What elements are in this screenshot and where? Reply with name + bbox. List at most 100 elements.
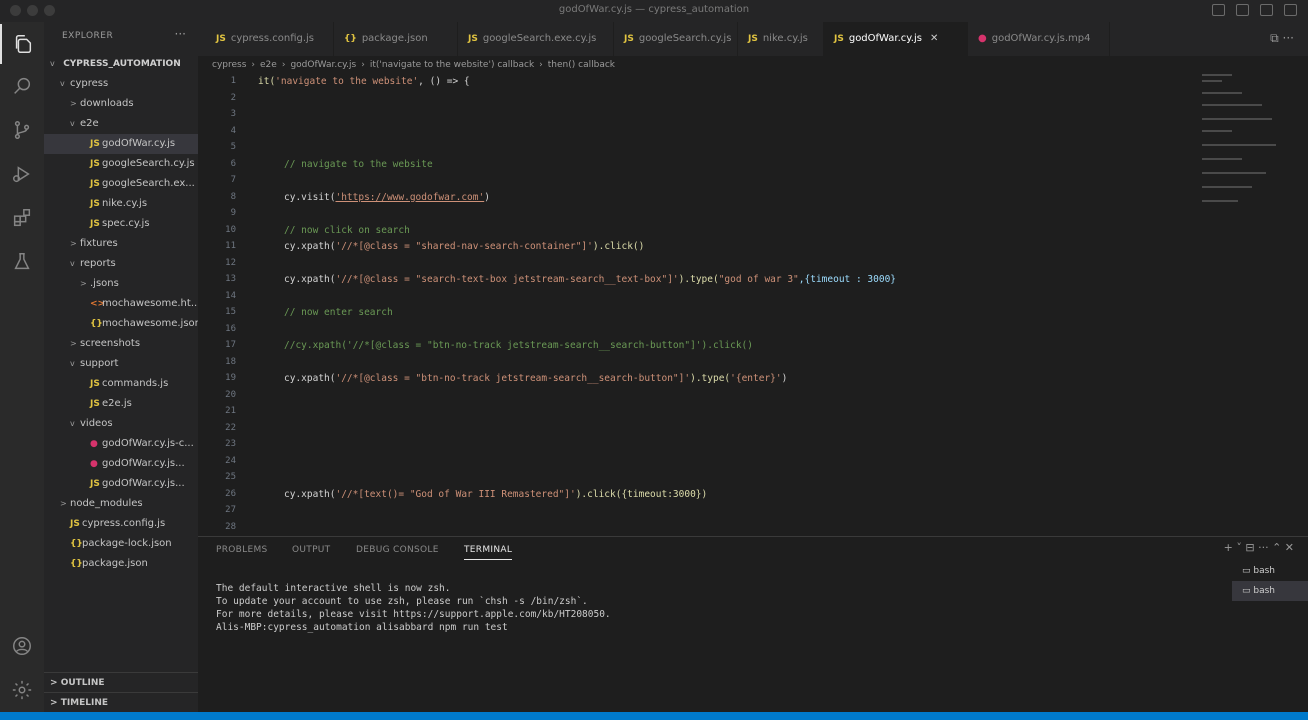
- tab-label: googleSearch.cy.js: [638, 33, 732, 44]
- tree-item[interactable]: JS commands.js: [44, 374, 198, 394]
- video-file-icon: ●: [978, 33, 987, 44]
- tree-item[interactable]: JS googleSearch.ex...: [44, 174, 198, 194]
- code-token: , () => {: [418, 76, 470, 87]
- minimap-line: [1202, 200, 1238, 202]
- code-token: '//*[@class = "btn-no-track jetstream-se…: [335, 373, 691, 384]
- explorer-icon[interactable]: [0, 24, 44, 64]
- terminal-actions-icon[interactable]: + ˅ ⊟ ··· ⌃ ✕: [1224, 541, 1294, 554]
- customize-layout-icon[interactable]: [1284, 4, 1297, 16]
- timeline-section[interactable]: > TIMELINE: [44, 692, 204, 713]
- breadcrumb-item[interactable]: it('navigate to the website') callback: [370, 60, 534, 70]
- video-file-icon: ●: [90, 459, 98, 469]
- editor-tab[interactable]: JS googleSearch.cy.js: [614, 22, 738, 56]
- tree-item[interactable]: JS godOfWar.cy.js: [44, 134, 198, 154]
- close-tab-icon[interactable]: ✕: [930, 33, 938, 44]
- chevron-down-icon: v: [50, 59, 55, 68]
- js-file-icon: JS: [90, 479, 100, 489]
- tree-item-label: reports: [80, 258, 116, 269]
- tree-item[interactable]: v cypress: [44, 74, 198, 94]
- code-line: cy.visit('https://www.godofwar.com'): [284, 192, 490, 203]
- run-debug-icon[interactable]: [0, 154, 44, 194]
- testing-icon[interactable]: [0, 242, 44, 282]
- js-file-icon: JS: [748, 34, 758, 44]
- line-number: 27: [225, 505, 236, 515]
- chevron-down-icon: v: [70, 419, 75, 428]
- js-file-icon: JS: [90, 199, 100, 209]
- toggle-secondary-sidebar-icon[interactable]: [1260, 4, 1273, 16]
- tree-item-label: mochawesome.ht...: [102, 298, 198, 309]
- breadcrumb-item[interactable]: godOfWar.cy.js: [290, 60, 356, 70]
- terminal-line: For more details, please visit https://s…: [216, 609, 611, 620]
- editor-tab[interactable]: JS godOfWar.cy.js ✕: [824, 22, 968, 56]
- line-number: 8: [230, 191, 236, 202]
- tree-item[interactable]: > node_modules: [44, 494, 198, 514]
- tree-item[interactable]: {}package.json: [44, 554, 198, 574]
- tree-item[interactable]: {}package-lock.json: [44, 534, 198, 554]
- minimap-line: [1202, 118, 1272, 120]
- tree-item[interactable]: JS e2e.js: [44, 394, 198, 414]
- terminal-shell-item[interactable]: ▭ bash: [1232, 581, 1308, 601]
- tree-item[interactable]: {}mochawesome.json: [44, 314, 198, 334]
- code-editor[interactable]: 1 it('navigate to the website', () => {2 3…: [198, 74, 1308, 530]
- editor-tab[interactable]: JS googleSearch.exe.cy.js: [458, 22, 614, 56]
- editor-tab[interactable]: JS nike.cy.js: [738, 22, 824, 56]
- js-file-icon: JS: [834, 34, 844, 44]
- line-number: 5: [230, 142, 236, 152]
- panel-tab[interactable]: OUTPUT: [292, 541, 330, 559]
- tree-item[interactable]: JS nike.cy.js: [44, 194, 198, 214]
- extensions-icon[interactable]: [0, 198, 44, 238]
- tree-item[interactable]: JS spec.cy.js: [44, 214, 198, 234]
- terminal-shell-item[interactable]: ▭ bash: [1232, 561, 1308, 581]
- panel-tab[interactable]: DEBUG CONSOLE: [356, 541, 439, 559]
- line-number: 6: [230, 158, 236, 169]
- code-token: 'navigate to the website': [275, 76, 419, 87]
- json-file-icon: {}: [70, 559, 83, 569]
- breadcrumb-item[interactable]: e2e: [260, 60, 277, 70]
- settings-gear-icon[interactable]: [0, 670, 44, 710]
- tree-item[interactable]: JS cypress.config.js: [44, 514, 198, 534]
- tree-item[interactable]: ● godOfWar.cy.js-c...: [44, 434, 198, 454]
- code-line: cy.xpath('//*[@class = "shared-nav-searc…: [284, 241, 644, 252]
- breadcrumb-item[interactable]: cypress: [212, 60, 246, 70]
- minimap[interactable]: [1202, 74, 1282, 224]
- tree-item-label: screenshots: [80, 338, 141, 349]
- explorer-root-folder[interactable]: v CYPRESS_AUTOMATION: [44, 54, 198, 74]
- tab-label: nike.cy.js: [762, 33, 808, 44]
- editor-tab[interactable]: JS cypress.config.js: [206, 22, 334, 56]
- tree-item[interactable]: JS googleSearch.cy.js: [44, 154, 198, 174]
- tree-item[interactable]: v support: [44, 354, 198, 374]
- toggle-sidebar-icon[interactable]: [1212, 4, 1225, 16]
- json-file-icon: {}: [90, 319, 103, 329]
- tree-item[interactable]: v videos: [44, 414, 198, 434]
- tree-item[interactable]: JS godOfWar.cy.js...: [44, 474, 198, 494]
- account-icon[interactable]: [0, 626, 44, 666]
- js-file-icon: JS: [90, 139, 100, 149]
- panel-tab[interactable]: TERMINAL: [464, 541, 513, 560]
- tree-item-label: node_modules: [70, 498, 143, 509]
- editor-tab[interactable]: {} package.json: [334, 22, 458, 56]
- tree-item[interactable]: > screenshots: [44, 334, 198, 354]
- search-icon[interactable]: [0, 66, 44, 106]
- line-number: 21: [225, 406, 236, 416]
- js-file-icon: JS: [216, 34, 226, 44]
- split-editor-icon[interactable]: ⧉ ···: [1270, 31, 1294, 46]
- shell-label: bash: [1253, 566, 1275, 576]
- panel-tab[interactable]: PROBLEMS: [216, 541, 268, 559]
- outline-section[interactable]: > OUTLINE: [44, 672, 204, 693]
- editor-tab[interactable]: ● godOfWar.cy.js.mp4: [968, 22, 1110, 56]
- tree-item[interactable]: ● godOfWar.cy.js...: [44, 454, 198, 474]
- tree-item[interactable]: <>mochawesome.ht...: [44, 294, 198, 314]
- chevron-right-icon: >: [70, 99, 77, 108]
- more-actions-icon[interactable]: ···: [175, 27, 186, 41]
- root-folder-label: CYPRESS_AUTOMATION: [63, 59, 181, 69]
- tree-item[interactable]: v reports: [44, 254, 198, 274]
- breadcrumb-item[interactable]: then() callback: [548, 60, 615, 70]
- toggle-panel-icon[interactable]: [1236, 4, 1249, 16]
- js-file-icon: JS: [468, 34, 478, 44]
- tree-item[interactable]: > downloads: [44, 94, 198, 114]
- tree-item[interactable]: v e2e: [44, 114, 198, 134]
- code-line: cy.xpath('//*[@class = "search-text-box …: [284, 274, 896, 285]
- tree-item[interactable]: > .jsons: [44, 274, 198, 294]
- source-control-icon[interactable]: [0, 110, 44, 150]
- tree-item[interactable]: > fixtures: [44, 234, 198, 254]
